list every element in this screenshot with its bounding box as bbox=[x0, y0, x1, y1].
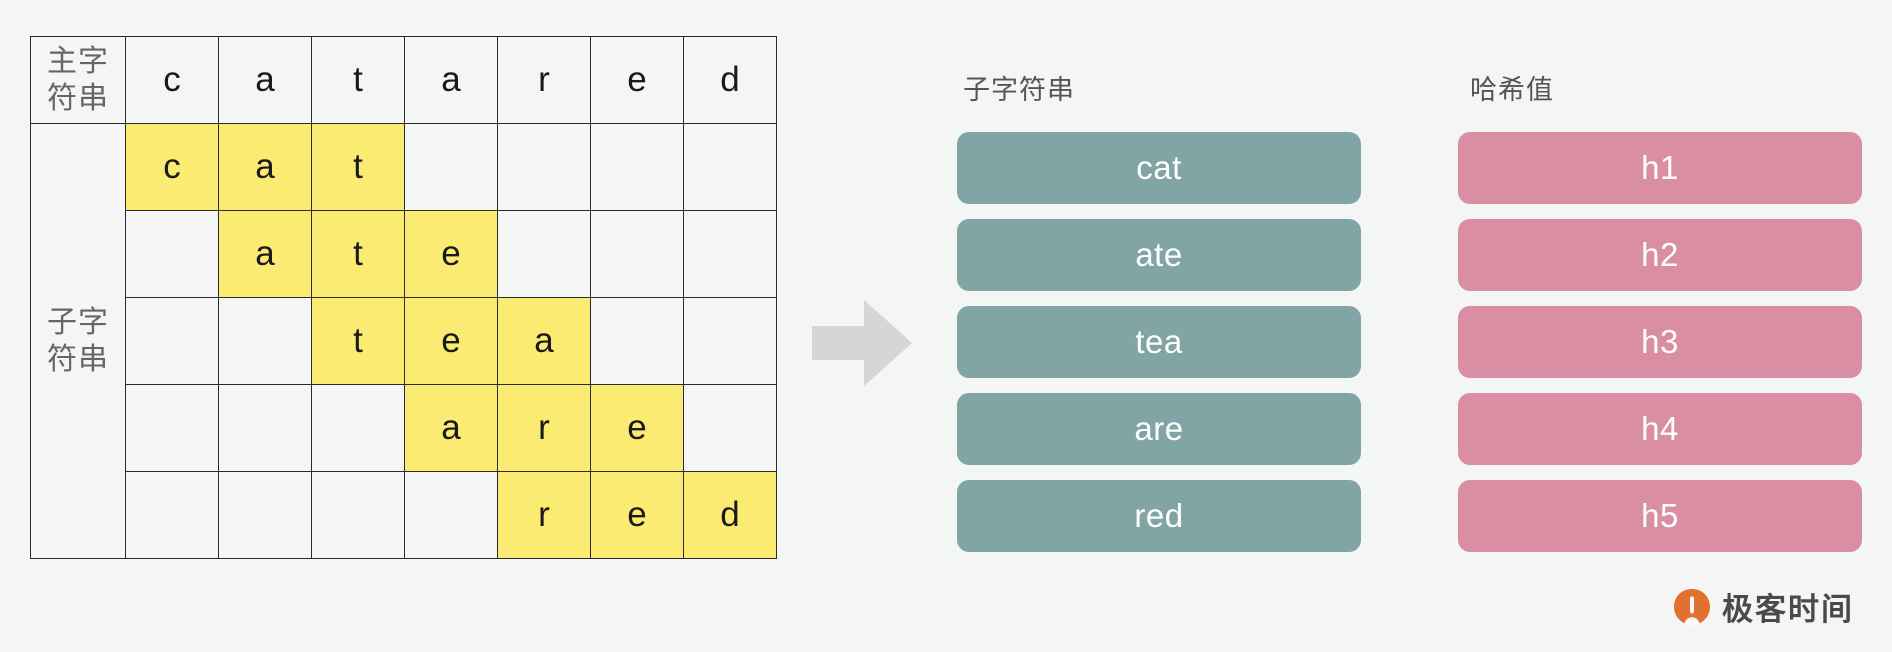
main-string-char: t bbox=[311, 36, 405, 124]
substring-pill: red bbox=[957, 480, 1361, 552]
matrix-row: red bbox=[31, 471, 777, 559]
substring-pill: are bbox=[957, 393, 1361, 465]
main-string-label-line1: 主字 bbox=[47, 44, 109, 78]
matrix-row: tea bbox=[31, 297, 777, 385]
brand-logo: 极客时间 bbox=[1672, 584, 1854, 629]
hash-pill: h1 bbox=[1458, 132, 1862, 204]
main-string-char: a bbox=[404, 36, 498, 124]
matrix-cell-highlighted: t bbox=[311, 210, 405, 298]
substrings-list: cat ate tea are red bbox=[957, 132, 1361, 552]
matrix-table: 主字 符串 c a t a r e d 子字 符串 c a t a t e t e a a r e r e d bbox=[30, 36, 777, 559]
matrix-cell-highlighted: a bbox=[404, 384, 498, 472]
matrix-cell-highlighted: e bbox=[590, 384, 684, 472]
sub-string-label-line2: 符串 bbox=[47, 343, 109, 376]
matrix-cell-highlighted: a bbox=[218, 123, 312, 211]
main-string-char: e bbox=[590, 36, 684, 124]
sub-string-label: 子字 符串 bbox=[30, 123, 126, 559]
main-string-char: c bbox=[125, 36, 219, 124]
matrix-cell bbox=[497, 210, 591, 298]
matrix-cell-highlighted: t bbox=[311, 123, 405, 211]
main-string-char: a bbox=[218, 36, 312, 124]
matrix-cell bbox=[683, 210, 777, 298]
matrix-cell bbox=[125, 210, 219, 298]
matrix-cell bbox=[125, 297, 219, 385]
diagram-canvas: 主字 符串 c a t a r e d 子字 符串 c a t a t e t e a a r e r e d 子字符串 哈希值 … bbox=[0, 0, 1892, 652]
hashes-list: h1 h2 h3 h4 h5 bbox=[1458, 132, 1862, 552]
matrix-cell bbox=[218, 297, 312, 385]
main-string-label: 主字 符串 bbox=[30, 36, 126, 124]
matrix-row: 子字 符串 c a t bbox=[30, 123, 777, 559]
matrix-cell-highlighted: t bbox=[311, 297, 405, 385]
matrix-cell bbox=[404, 123, 498, 211]
matrix-cell bbox=[125, 384, 219, 472]
substring-pill: tea bbox=[957, 306, 1361, 378]
arrow-right-icon bbox=[812, 300, 912, 386]
matrix-cell bbox=[497, 123, 591, 211]
hash-pill: h4 bbox=[1458, 393, 1862, 465]
matrix-cell-highlighted: e bbox=[590, 471, 684, 559]
hash-pill: h3 bbox=[1458, 306, 1862, 378]
matrix-cell bbox=[125, 471, 219, 559]
matrix-header-row: 主字 符串 c a t a r e d bbox=[30, 36, 777, 124]
hash-pill: h5 bbox=[1458, 480, 1862, 552]
sub-string-label-line1: 子字 bbox=[47, 305, 109, 339]
geektime-logo-icon bbox=[1672, 587, 1712, 627]
substring-pill: cat bbox=[957, 132, 1361, 204]
matrix-cell bbox=[683, 123, 777, 211]
matrix-cell bbox=[311, 471, 405, 559]
matrix-cell-highlighted: d bbox=[683, 471, 777, 559]
main-string-label-line2: 符串 bbox=[47, 82, 109, 115]
matrix-cell-highlighted: a bbox=[497, 297, 591, 385]
matrix-cell-highlighted: e bbox=[404, 210, 498, 298]
matrix-row: ate bbox=[31, 210, 777, 298]
matrix-cell-highlighted: r bbox=[497, 471, 591, 559]
matrix-cell bbox=[218, 384, 312, 472]
matrix-cell bbox=[590, 210, 684, 298]
matrix-cell bbox=[218, 471, 312, 559]
substring-matrix: 主字 符串 c a t a r e d 子字 符串 c a t a t e t e a a r e r e d bbox=[30, 36, 777, 559]
matrix-cell-highlighted: c bbox=[125, 123, 219, 211]
matrix-row: are bbox=[31, 384, 777, 472]
hashes-column-title: 哈希值 bbox=[1470, 75, 1554, 105]
main-string-char: r bbox=[497, 36, 591, 124]
matrix-cell-highlighted: r bbox=[497, 384, 591, 472]
matrix-cell-highlighted: e bbox=[404, 297, 498, 385]
hash-pill: h2 bbox=[1458, 219, 1862, 291]
main-string-char: d bbox=[683, 36, 777, 124]
matrix-cell bbox=[590, 123, 684, 211]
matrix-cell bbox=[404, 471, 498, 559]
matrix-cell bbox=[590, 297, 684, 385]
matrix-cell bbox=[683, 384, 777, 472]
matrix-cell bbox=[311, 384, 405, 472]
matrix-cell-highlighted: a bbox=[218, 210, 312, 298]
substrings-column-title: 子字符串 bbox=[963, 75, 1075, 105]
brand-wordmark: 极客时间 bbox=[1722, 592, 1854, 627]
substring-pill: ate bbox=[957, 219, 1361, 291]
matrix-cell bbox=[683, 297, 777, 385]
